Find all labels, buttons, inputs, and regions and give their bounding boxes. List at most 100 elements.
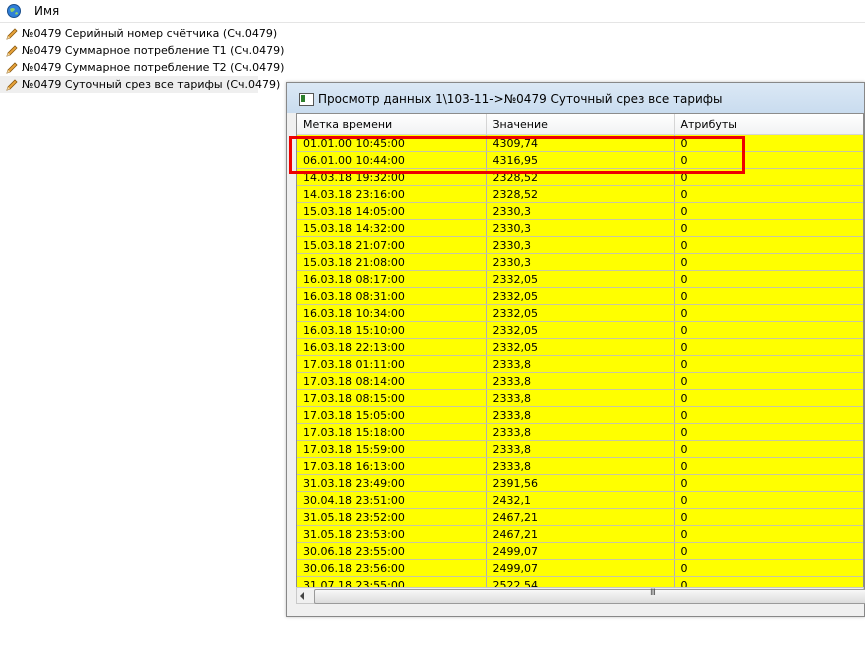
cell-timestamp[interactable]: 17.03.18 16:13:00 — [297, 457, 487, 475]
column-header-attributes[interactable]: Атрибуты — [674, 114, 863, 135]
cell-value[interactable]: 2332,05 — [486, 338, 675, 356]
cell-attributes[interactable]: 0 — [674, 338, 863, 356]
cell-attributes[interactable]: 0 — [674, 134, 863, 152]
table-row[interactable]: 30.06.18 23:56:00 2499,07 0 — [297, 559, 863, 577]
table-row[interactable]: 17.03.18 16:13:00 2333,8 0 — [297, 457, 863, 475]
cell-value[interactable]: 2333,8 — [486, 440, 675, 458]
cell-timestamp[interactable]: 30.06.18 23:56:00 — [297, 559, 487, 577]
cell-value[interactable]: 2328,52 — [486, 168, 675, 186]
table-row[interactable]: 16.03.18 08:17:00 2332,05 0 — [297, 270, 863, 288]
cell-attributes[interactable]: 0 — [674, 185, 863, 203]
cell-timestamp[interactable]: 17.03.18 15:59:00 — [297, 440, 487, 458]
table-row[interactable]: 01.01.00 10:45:00 4309,74 0 — [297, 134, 863, 152]
table-row[interactable]: 17.03.18 15:18:00 2333,8 0 — [297, 423, 863, 441]
cell-value[interactable]: 2391,56 — [486, 474, 675, 492]
tree-item[interactable]: №0479 Суточный срез все тарифы (Сч.0479) — [0, 76, 280, 93]
cell-value[interactable]: 2499,07 — [486, 559, 675, 577]
table-row[interactable]: 31.05.18 23:53:00 2467,21 0 — [297, 525, 863, 543]
cell-timestamp[interactable]: 30.04.18 23:51:00 — [297, 491, 487, 509]
scroll-left-arrow-icon[interactable] — [300, 592, 304, 600]
cell-attributes[interactable]: 0 — [674, 304, 863, 322]
cell-value[interactable]: 2333,8 — [486, 389, 675, 407]
table-row[interactable]: 17.03.18 01:11:00 2333,8 0 — [297, 355, 863, 373]
table-row[interactable]: 15.03.18 21:08:00 2330,3 0 — [297, 253, 863, 271]
cell-attributes[interactable]: 0 — [674, 440, 863, 458]
cell-value[interactable]: 2432,1 — [486, 491, 675, 509]
name-column-header[interactable]: Имя — [34, 4, 59, 18]
cell-timestamp[interactable]: 15.03.18 14:05:00 — [297, 202, 487, 220]
table-row[interactable]: 16.03.18 15:10:00 2332,05 0 — [297, 321, 863, 339]
tree-item[interactable]: №0479 Суммарное потребление Т1 (Сч.0479) — [0, 42, 284, 59]
table-row[interactable]: 14.03.18 23:16:00 2328,52 0 — [297, 185, 863, 203]
cell-attributes[interactable]: 0 — [674, 151, 863, 169]
cell-attributes[interactable]: 0 — [674, 287, 863, 305]
cell-attributes[interactable]: 0 — [674, 236, 863, 254]
cell-attributes[interactable]: 0 — [674, 508, 863, 526]
table-row[interactable]: 15.03.18 14:05:00 2330,3 0 — [297, 202, 863, 220]
cell-attributes[interactable]: 0 — [674, 270, 863, 288]
cell-value[interactable]: 4316,95 — [486, 151, 675, 169]
cell-value[interactable]: 2467,21 — [486, 525, 675, 543]
cell-value[interactable]: 2330,3 — [486, 202, 675, 220]
cell-value[interactable]: 2332,05 — [486, 287, 675, 305]
cell-value[interactable]: 2467,21 — [486, 508, 675, 526]
column-header-value[interactable]: Значение — [486, 114, 675, 135]
tree-item[interactable]: №0479 Суммарное потребление Т2 (Сч.0479) — [0, 59, 284, 76]
tree-item[interactable]: №0479 Серийный номер счётчика (Сч.0479) — [0, 25, 277, 42]
cell-attributes[interactable]: 0 — [674, 457, 863, 475]
table-row[interactable]: 15.03.18 14:32:00 2330,3 0 — [297, 219, 863, 237]
cell-value[interactable]: 2333,8 — [486, 372, 675, 390]
cell-value[interactable]: 2333,8 — [486, 355, 675, 373]
cell-value[interactable]: 2333,8 — [486, 406, 675, 424]
cell-attributes[interactable]: 0 — [674, 355, 863, 373]
table-row[interactable]: 17.03.18 08:14:00 2333,8 0 — [297, 372, 863, 390]
cell-value[interactable]: 2333,8 — [486, 423, 675, 441]
cell-timestamp[interactable]: 15.03.18 21:08:00 — [297, 253, 487, 271]
table-row[interactable]: 14.03.18 19:32:00 2328,52 0 — [297, 168, 863, 186]
cell-timestamp[interactable]: 17.03.18 01:11:00 — [297, 355, 487, 373]
cell-attributes[interactable]: 0 — [674, 321, 863, 339]
cell-value[interactable]: 4309,74 — [486, 134, 675, 152]
cell-timestamp[interactable]: 14.03.18 23:16:00 — [297, 185, 487, 203]
cell-value[interactable]: 2330,3 — [486, 253, 675, 271]
cell-value[interactable]: 2333,8 — [486, 457, 675, 475]
cell-attributes[interactable]: 0 — [674, 389, 863, 407]
cell-attributes[interactable]: 0 — [674, 559, 863, 577]
cell-attributes[interactable]: 0 — [674, 253, 863, 271]
column-header-timestamp[interactable]: Метка времени — [297, 114, 487, 135]
table-row[interactable]: 16.03.18 22:13:00 2332,05 0 — [297, 338, 863, 356]
cell-timestamp[interactable]: 06.01.00 10:44:00 — [297, 151, 487, 169]
table-row[interactable]: 16.03.18 08:31:00 2332,05 0 — [297, 287, 863, 305]
cell-attributes[interactable]: 0 — [674, 423, 863, 441]
cell-value[interactable]: 2332,05 — [486, 270, 675, 288]
cell-attributes[interactable]: 0 — [674, 372, 863, 390]
table-row[interactable]: 17.03.18 15:05:00 2333,8 0 — [297, 406, 863, 424]
horizontal-scrollbar[interactable]: III — [296, 587, 865, 604]
cell-value[interactable]: 2328,52 — [486, 185, 675, 203]
cell-timestamp[interactable]: 16.03.18 08:17:00 — [297, 270, 487, 288]
table-row[interactable]: 06.01.00 10:44:00 4316,95 0 — [297, 151, 863, 169]
table-row[interactable]: 31.05.18 23:52:00 2467,21 0 — [297, 508, 863, 526]
cell-value[interactable]: 2332,05 — [486, 304, 675, 322]
cell-attributes[interactable]: 0 — [674, 219, 863, 237]
cell-attributes[interactable]: 0 — [674, 525, 863, 543]
scrollbar-thumb[interactable]: III — [314, 588, 865, 604]
cell-attributes[interactable]: 0 — [674, 406, 863, 424]
cell-attributes[interactable]: 0 — [674, 491, 863, 509]
table-row[interactable]: 17.03.18 15:59:00 2333,8 0 — [297, 440, 863, 458]
cell-attributes[interactable]: 0 — [674, 168, 863, 186]
cell-timestamp[interactable]: 16.03.18 15:10:00 — [297, 321, 487, 339]
cell-timestamp[interactable]: 15.03.18 14:32:00 — [297, 219, 487, 237]
cell-timestamp[interactable]: 15.03.18 21:07:00 — [297, 236, 487, 254]
dialog-titlebar[interactable]: Просмотр данных 1\103-11->№0479 Суточный… — [287, 83, 864, 113]
cell-timestamp[interactable]: 31.05.18 23:52:00 — [297, 508, 487, 526]
cell-timestamp[interactable]: 16.03.18 08:31:00 — [297, 287, 487, 305]
cell-value[interactable]: 2332,05 — [486, 321, 675, 339]
cell-timestamp[interactable]: 17.03.18 15:18:00 — [297, 423, 487, 441]
cell-value[interactable]: 2499,07 — [486, 542, 675, 560]
cell-timestamp[interactable]: 16.03.18 10:34:00 — [297, 304, 487, 322]
cell-timestamp[interactable]: 01.01.00 10:45:00 — [297, 134, 487, 152]
cell-timestamp[interactable]: 14.03.18 19:32:00 — [297, 168, 487, 186]
table-row[interactable]: 30.04.18 23:51:00 2432,1 0 — [297, 491, 863, 509]
cell-value[interactable]: 2330,3 — [486, 219, 675, 237]
